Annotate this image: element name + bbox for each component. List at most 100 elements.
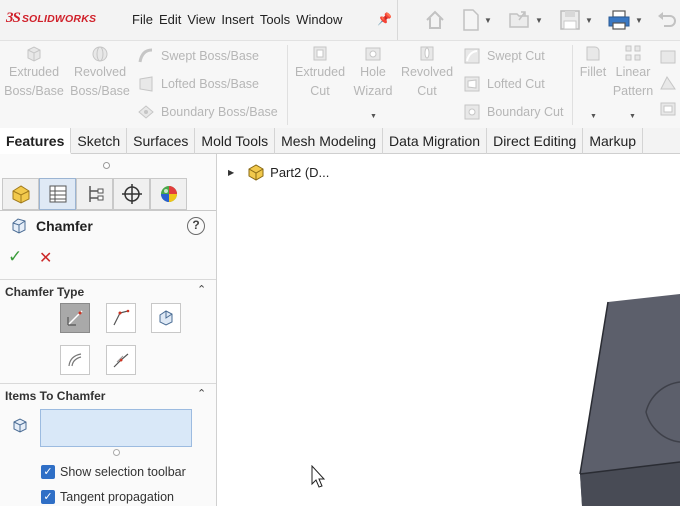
fillet-label: Fillet	[579, 65, 607, 79]
printer-icon	[608, 10, 630, 30]
feature-manager-tab[interactable]	[2, 178, 39, 210]
chamfer-title: Chamfer	[36, 218, 93, 234]
items-to-chamfer-heading: Items To Chamfer	[5, 389, 106, 403]
ds-logo-mark: 3S	[6, 10, 21, 26]
draft-icon[interactable]	[658, 73, 678, 93]
revolved-cut-icon	[420, 46, 434, 61]
3d-model-block[interactable]	[568, 294, 680, 506]
chevron-down-icon[interactable]: ▼	[629, 113, 636, 120]
menu-window[interactable]: Window	[296, 12, 342, 27]
chevron-down-icon[interactable]: ▼	[635, 16, 643, 25]
tab-mold-tools[interactable]: Mold Tools	[195, 128, 276, 154]
swept-boss-icon	[138, 48, 153, 63]
feature-tree-icon	[12, 185, 29, 204]
boundary-cut-button[interactable]: Boundary Cut	[463, 103, 563, 121]
extruded-boss-base-button[interactable]: Extruded Boss/Base	[2, 43, 66, 101]
extruded-cut-label-2: Cut	[310, 84, 330, 98]
chamfer-icon	[12, 218, 26, 234]
menu-insert[interactable]: Insert	[221, 12, 254, 27]
extruded-cut-label-1: Extruded	[294, 65, 346, 79]
solidworks-logo[interactable]: 3S SOLIDWORKS	[6, 10, 96, 27]
tab-markup[interactable]: Markup	[583, 128, 644, 154]
lofted-boss-base-button[interactable]: Lofted Boss/Base	[137, 75, 259, 93]
menu-file[interactable]: File	[132, 12, 153, 27]
chevron-down-icon[interactable]: ▼	[484, 16, 492, 25]
display-manager-tab[interactable]	[150, 178, 187, 210]
items-to-chamfer-selection-box[interactable]	[40, 409, 192, 447]
swept-cut-button[interactable]: Swept Cut	[463, 47, 545, 65]
show-selection-toolbar-label: Show selection toolbar	[60, 465, 186, 479]
vertex-chamfer-button[interactable]	[151, 303, 181, 333]
checkbox-checked-icon: ✓	[41, 490, 55, 504]
dimxpert-manager-tab[interactable]	[113, 178, 150, 210]
print-button[interactable]: ▼	[607, 7, 643, 33]
tab-data-migration[interactable]: Data Migration	[383, 128, 488, 154]
face-face-icon	[113, 353, 129, 368]
distance-distance-icon	[113, 309, 130, 326]
revolved-boss-base-button[interactable]: Revolved Boss/Base	[68, 43, 132, 101]
rib-icon[interactable]	[658, 47, 678, 67]
property-list-icon	[49, 185, 66, 203]
extruded-boss-label-2: Boss/Base	[4, 84, 64, 98]
chevron-down-icon[interactable]: ▼	[585, 16, 593, 25]
boundary-boss-base-button[interactable]: Boundary Boss/Base	[137, 103, 278, 121]
tab-direct-editing[interactable]: Direct Editing	[487, 128, 584, 154]
separator	[397, 0, 398, 40]
lofted-cut-icon	[464, 76, 480, 92]
tab-features[interactable]: Features	[0, 128, 72, 154]
distance-distance-button[interactable]	[106, 303, 136, 333]
tab-sketch[interactable]: Sketch	[71, 128, 128, 154]
collapse-chevron-icon[interactable]: ⌃	[197, 387, 206, 400]
menu-view[interactable]: View	[187, 12, 215, 27]
fillet-button[interactable]: Fillet	[572, 43, 614, 82]
collapse-chevron-icon[interactable]: ⌃	[197, 283, 206, 296]
boundary-boss-icon	[138, 105, 154, 119]
appearance-ball-icon	[160, 186, 177, 202]
tangent-propagation-checkbox[interactable]: ✓ Tangent propagation	[41, 490, 174, 504]
shell-icon[interactable]	[658, 99, 678, 119]
menu-edit[interactable]: Edit	[159, 12, 181, 27]
home-button[interactable]	[424, 7, 446, 33]
configuration-icon	[88, 186, 103, 202]
offset-face-button[interactable]	[60, 345, 90, 375]
revolved-cut-button[interactable]: Revolved Cut	[395, 43, 459, 101]
open-button[interactable]: ▼	[509, 7, 543, 33]
chevron-down-icon[interactable]: ▼	[535, 16, 543, 25]
fillet-icon	[586, 46, 600, 61]
help-button[interactable]: ?	[187, 217, 205, 235]
panel-resize-handle[interactable]	[103, 162, 110, 169]
selection-box-resize-handle[interactable]	[113, 449, 120, 456]
show-selection-toolbar-checkbox[interactable]: ✓ Show selection toolbar	[41, 465, 186, 479]
revolved-boss-label-1: Revolved	[73, 65, 127, 79]
swept-cut-icon	[464, 48, 480, 64]
graphics-area[interactable]: ▶ Part2 (D...	[218, 154, 680, 506]
separator	[0, 383, 216, 384]
flyout-feature-tree[interactable]: ▶ Part2 (D...	[228, 162, 329, 182]
cancel-button[interactable]: ✕	[39, 248, 52, 268]
configuration-manager-tab[interactable]	[76, 178, 113, 210]
chevron-down-icon[interactable]: ▼	[370, 113, 377, 120]
menu-tools[interactable]: Tools	[260, 12, 290, 27]
ok-button[interactable]: ✓	[8, 247, 22, 267]
revolved-boss-icon	[92, 46, 108, 62]
pin-icon[interactable]: 📌	[377, 12, 392, 26]
swept-boss-label: Swept Boss/Base	[161, 49, 259, 63]
edge-selection-icon	[13, 418, 27, 433]
lofted-cut-button[interactable]: Lofted Cut	[463, 75, 545, 93]
angle-distance-button[interactable]	[60, 303, 90, 333]
tab-surfaces[interactable]: Surfaces	[127, 128, 196, 154]
hole-wizard-label-1: Hole	[360, 65, 386, 79]
swept-boss-base-button[interactable]: Swept Boss/Base	[137, 47, 259, 65]
property-manager-tab[interactable]	[39, 178, 76, 210]
revolved-cut-label-2: Cut	[417, 84, 437, 98]
menu-bar: File Edit View Insert Tools Window	[132, 12, 348, 27]
save-button[interactable]: ▼	[559, 7, 593, 33]
undo-button[interactable]	[656, 7, 678, 33]
face-face-button[interactable]	[106, 345, 136, 375]
new-document-icon	[463, 9, 479, 31]
linear-pattern-button[interactable]: Linear Pattern	[609, 43, 657, 101]
tab-mesh-modeling[interactable]: Mesh Modeling	[275, 128, 384, 154]
new-document-button[interactable]: ▼	[462, 7, 492, 33]
chevron-down-icon[interactable]: ▼	[590, 113, 597, 120]
expand-arrow-icon[interactable]: ▶	[228, 168, 234, 177]
